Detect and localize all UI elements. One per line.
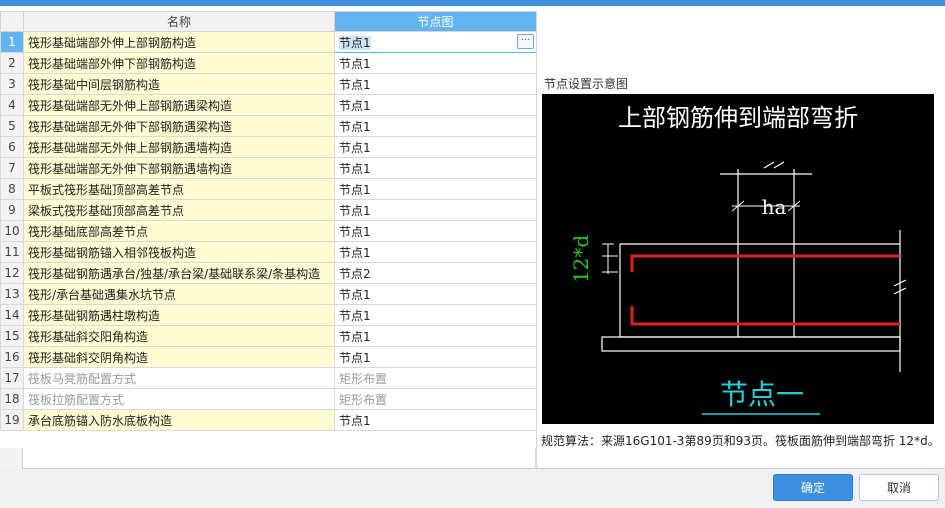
table-row[interactable]: 1 筏形基础端部外伸上部钢筋构造 节点1 ··· [0,31,537,53]
row-index: 18 [0,388,24,410]
panel-divider [536,11,537,469]
row-index: 4 [0,94,24,116]
row-node-value-cell[interactable]: 节点1 [334,346,537,368]
table-row[interactable]: 18 筏板拉筋配置方式 矩形布置 [0,388,537,410]
table-row[interactable]: 15 筏形基础斜交阳角构造 节点1 [0,325,537,347]
node-settings-table: 名称 节点图 1 筏形基础端部外伸上部钢筋构造 节点1 ··· 2 筏形基础端部外伸下部钢… [0,11,537,431]
rule-description: 规范算法：来源16G101-3第89页和93页。筏板面筋伸到端部弯折 12*d。 [541,434,940,448]
row-index: 19 [0,409,24,431]
row-name-cell[interactable]: 承台底筋锚入防水底板构造 [23,409,335,431]
row-name-cell[interactable]: 筏板拉筋配置方式 [23,388,335,410]
cancel-button[interactable]: 取消 [859,474,939,501]
row-index: 9 [0,199,24,221]
slab-outline [601,161,907,372]
row-name-cell[interactable]: 筏形基础端部无外伸下部钢筋遇梁构造 [23,115,335,137]
row-name-cell[interactable]: 筏板马凳筋配置方式 [23,367,335,389]
row-name-cell[interactable]: 平板式筏形基础顶部高差节点 [23,178,335,200]
row-node-value-cell[interactable]: 节点2 [334,262,537,284]
row-index: 7 [0,157,24,179]
row-name-cell[interactable]: 筏形基础斜交阳角构造 [23,325,335,347]
row-name-cell[interactable]: 筏形基础斜交阴角构造 [23,346,335,368]
header-index [0,11,24,32]
row-name-cell[interactable]: 筏形基础端部外伸上部钢筋构造 [23,31,335,53]
table-row[interactable]: 7 筏形基础端部无外伸下部钢筋遇墙构造 节点1 [0,157,537,179]
header-name[interactable]: 名称 [23,11,335,32]
row-name-cell[interactable]: 筏形基础钢筋遇承台/独基/承台梁/基础联系梁/条基构造 [23,262,335,284]
ha-label: ha [762,195,787,219]
row-index: 2 [0,52,24,74]
table-row[interactable]: 10 筏形基础底部高差节点 节点1 [0,220,537,242]
row-name-cell[interactable]: 筏形基础中间层钢筋构造 [23,73,335,95]
row-node-value-cell[interactable]: 节点1 [334,157,537,179]
header-node-diagram[interactable]: 节点图 [334,11,537,32]
row-index: 16 [0,346,24,368]
row-node-value-cell[interactable]: 节点1 ··· [334,31,537,53]
row-name-cell[interactable]: 筏形基础端部无外伸下部钢筋遇墙构造 [23,157,335,179]
row-node-value-cell[interactable]: 节点1 [334,241,537,263]
table-row[interactable]: 14 筏形基础钢筋遇柱墩构造 节点1 [0,304,537,326]
table-row[interactable]: 3 筏形基础中间层钢筋构造 节点1 [0,73,537,95]
row-index: 1 [0,31,24,53]
row-index: 6 [0,136,24,158]
bend-label: 12*d [569,235,593,283]
row-name-cell[interactable]: 筏形基础端部无外伸上部钢筋遇墙构造 [23,136,335,158]
row-node-value-cell[interactable]: 节点1 [334,178,537,200]
row-name-cell[interactable]: 筏形基础钢筋锚入相邻筏板构造 [23,241,335,263]
table-row[interactable]: 8 平板式筏形基础顶部高差节点 节点1 [0,178,537,200]
row-name-cell[interactable]: 梁板式筏形基础顶部高差节点 [23,199,335,221]
row-node-value-cell[interactable]: 节点1 [334,325,537,347]
row-node-value-cell[interactable]: 节点1 [334,304,537,326]
table-row[interactable]: 11 筏形基础钢筋锚入相邻筏板构造 节点1 [0,241,537,263]
row-node-value-cell[interactable]: 节点1 [334,199,537,221]
row-node-value-cell[interactable]: 矩形布置 [334,388,537,410]
row-index: 3 [0,73,24,95]
table-row[interactable]: 13 筏形/承台基础遇集水坑节点 节点1 [0,283,537,305]
more-options-icon[interactable]: ··· [517,34,534,49]
table-row[interactable]: 4 筏形基础端部无外伸上部钢筋遇梁构造 节点1 [0,94,537,116]
row-index: 12 [0,262,24,284]
diagram-heading: 上部钢筋伸到端部弯折 [618,104,858,132]
row-node-value-cell[interactable]: 节点1 [334,283,537,305]
table-row[interactable]: 9 梁板式筏形基础顶部高差节点 节点1 [0,199,537,221]
row-index: 10 [0,220,24,242]
node-diagram: 上部钢筋伸到端部弯折 ha 12*d 节点一 [542,94,934,424]
row-name-cell[interactable]: 筏形/承台基础遇集水坑节点 [23,283,335,305]
row-index: 14 [0,304,24,326]
row-node-value-cell[interactable]: 矩形布置 [334,367,537,389]
table-row[interactable]: 17 筏板马凳筋配置方式 矩形布置 [0,367,537,389]
diagram-panel-title: 节点设置示意图 [544,77,629,91]
table-row[interactable]: 5 筏形基础端部无外伸下部钢筋遇梁构造 节点1 [0,115,537,137]
table-row[interactable]: 6 筏形基础端部无外伸上部钢筋遇墙构造 节点1 [0,136,537,158]
row-index: 11 [0,241,24,263]
row-name-cell[interactable]: 筏形基础端部无外伸上部钢筋遇梁构造 [23,94,335,116]
row-index: 8 [0,178,24,200]
row-node-value-cell[interactable]: 节点1 [334,52,537,74]
row-index: 13 [0,283,24,305]
bend-dimension [602,243,618,274]
node-label: 节点一 [720,378,804,411]
row-index: 15 [0,325,24,347]
row-name-cell[interactable]: 筏形基础钢筋遇柱墩构造 [23,304,335,326]
table-row[interactable]: 2 筏形基础端部外伸下部钢筋构造 节点1 [0,52,537,74]
node-diagram-drawing: 上部钢筋伸到端部弯折 ha 12*d 节点一 [569,104,907,415]
row-index: 5 [0,115,24,137]
row-node-value-cell[interactable]: 节点1 [334,220,537,242]
row-node-value-cell[interactable]: 节点1 [334,409,537,431]
top-rebar [630,254,900,326]
row-index: 17 [0,367,24,389]
row-node-value-cell[interactable]: 节点1 [334,73,537,95]
table-row[interactable]: 19 承台底筋锚入防水底板构造 节点1 [0,409,537,431]
row-node-value-cell[interactable]: 节点1 [334,136,537,158]
row-node-value-cell[interactable]: 节点1 [334,94,537,116]
row-node-value[interactable]: 节点1 [339,35,371,50]
ok-button[interactable]: 确定 [773,474,853,501]
table-row[interactable]: 12 筏形基础钢筋遇承台/独基/承台梁/基础联系梁/条基构造 节点2 [0,262,537,284]
table-empty-area [0,448,536,469]
table-header-row: 名称 节点图 [0,11,537,32]
row-name-cell[interactable]: 筏形基础端部外伸下部钢筋构造 [23,52,335,74]
table-row[interactable]: 16 筏形基础斜交阴角构造 节点1 [0,346,537,368]
row-name-cell[interactable]: 筏形基础底部高差节点 [23,220,335,242]
row-node-value-cell[interactable]: 节点1 [334,115,537,137]
